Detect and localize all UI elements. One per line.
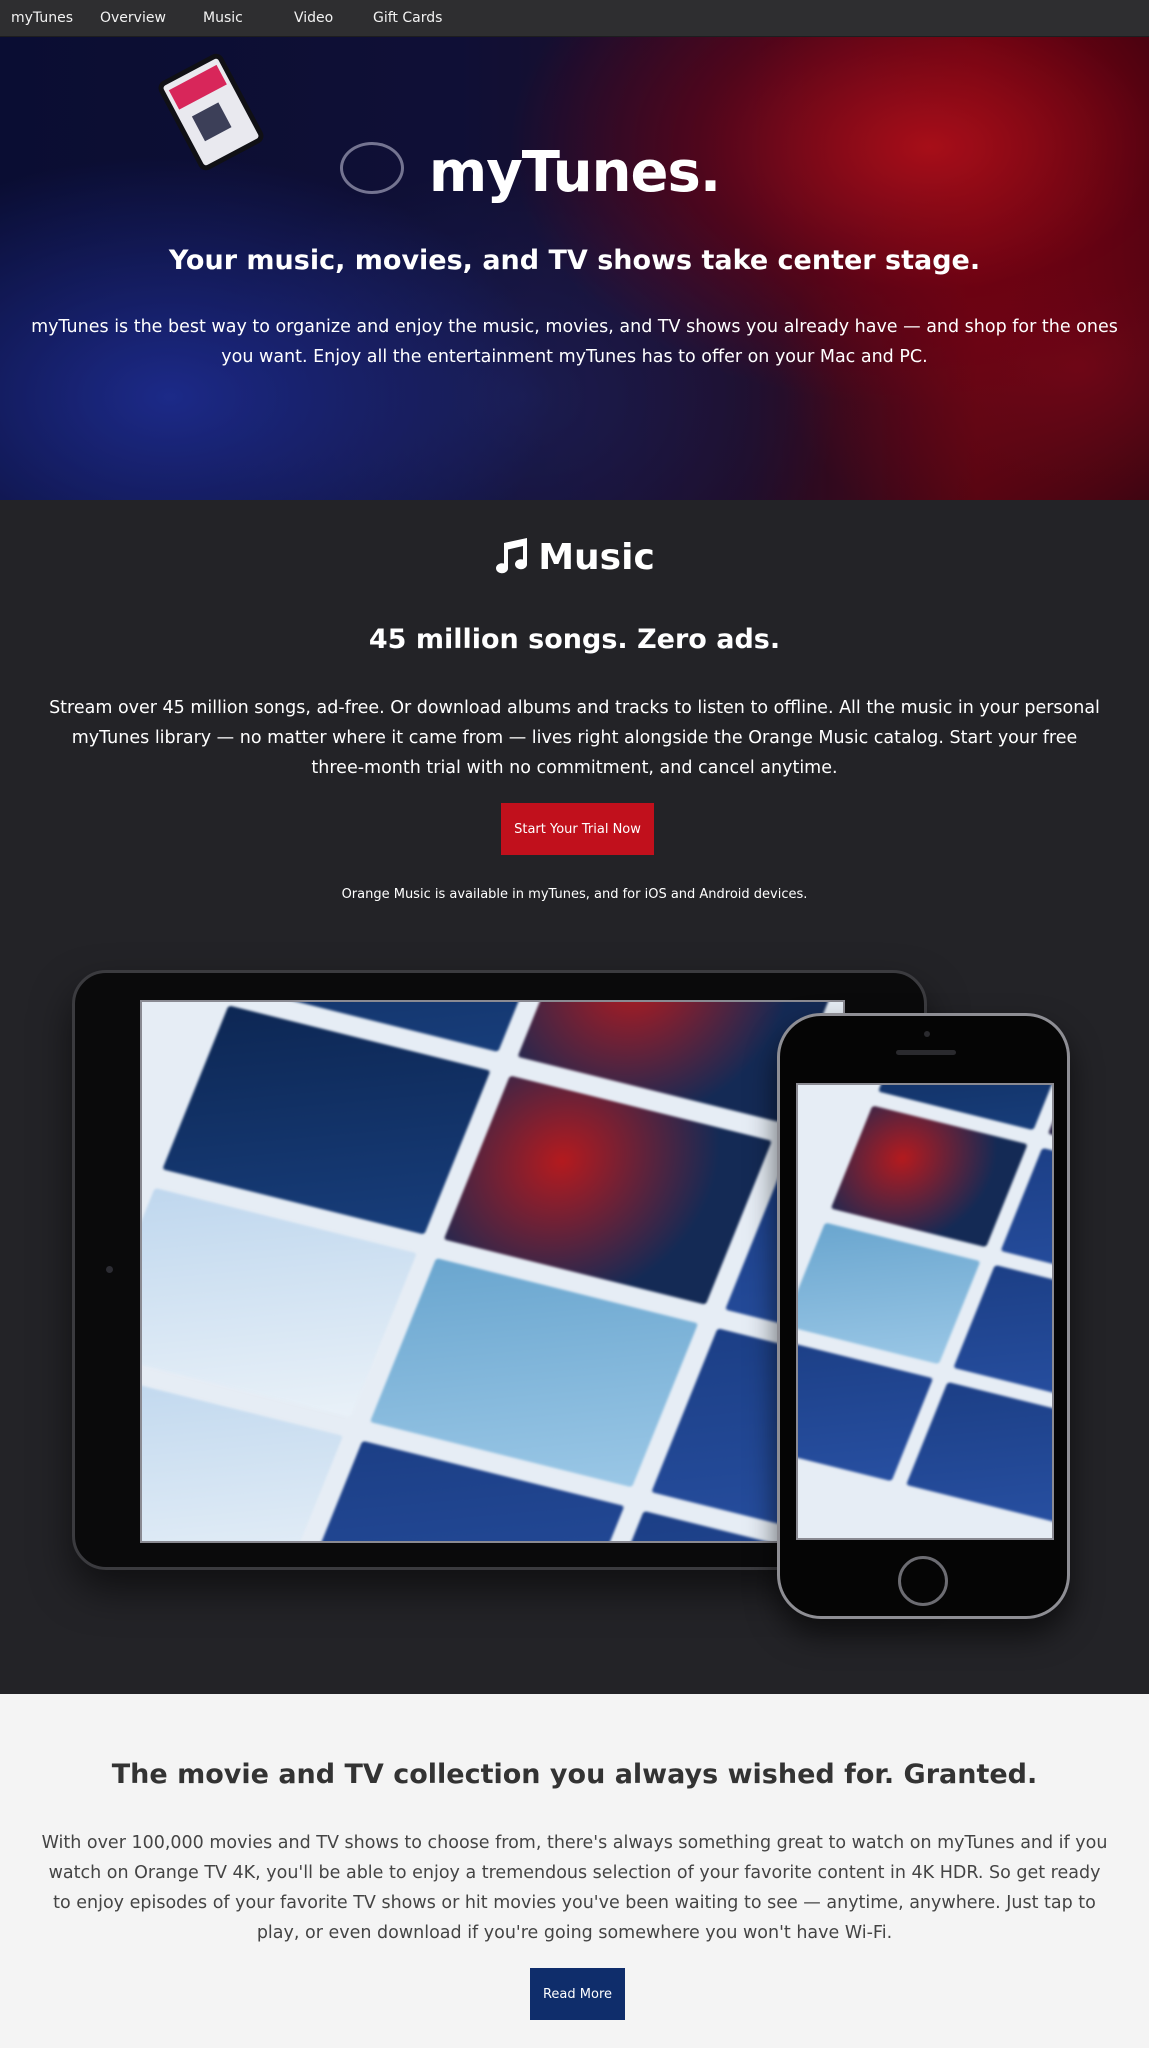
movies-heading: The movie and TV collection you always w… xyxy=(111,1759,1038,1790)
hero-title: myTunes. xyxy=(428,140,721,205)
movies-section: The movie and TV collection you always w… xyxy=(0,1694,1149,2048)
phone-screen xyxy=(796,1083,1054,1540)
nav-brand-link[interactable]: myTunes xyxy=(11,10,73,26)
content-tile xyxy=(162,1005,491,1235)
music-description: Stream over 45 million songs, ad-free. O… xyxy=(49,698,1100,778)
top-nav: myTunes Overview Music Video Gift Cards xyxy=(0,0,1149,37)
content-tile xyxy=(369,1258,699,1488)
read-more-button[interactable]: Read More xyxy=(530,1968,625,2020)
nav-item-music[interactable]: Music xyxy=(203,10,243,26)
tablet-camera xyxy=(106,1266,113,1273)
nav-item-gift-cards[interactable]: Gift Cards xyxy=(373,10,442,26)
hero-subtitle: Your music, movies, and TV shows take ce… xyxy=(168,245,981,276)
content-tile xyxy=(906,1381,1052,1524)
music-section: Music 45 million songs. Zero ads. Stream… xyxy=(0,500,1149,1694)
phone-device-image xyxy=(777,1013,1070,1619)
music-tagline: 45 million songs. Zero ads. xyxy=(368,624,781,655)
movies-description: With over 100,000 movies and TV shows to… xyxy=(41,1833,1108,1943)
content-tile xyxy=(830,1105,1028,1248)
content-tile xyxy=(443,1075,772,1305)
music-heading-label: Music xyxy=(538,537,655,578)
hero-description: myTunes is the best way to organize and … xyxy=(31,317,1118,367)
music-note-icon xyxy=(496,538,528,574)
hero-banner: myTunes. Your music, movies, and TV show… xyxy=(0,37,1149,500)
start-trial-button[interactable]: Start Your Trial Now xyxy=(501,803,654,855)
phone-home-button xyxy=(898,1556,948,1606)
music-availability-note: Orange Music is available in myTunes, an… xyxy=(341,887,808,902)
content-tile xyxy=(798,1222,981,1365)
phone-camera xyxy=(924,1031,930,1037)
nav-item-overview[interactable]: Overview xyxy=(100,10,166,26)
music-heading: Music xyxy=(0,537,1149,578)
tablet-screen xyxy=(140,1000,845,1543)
content-tile xyxy=(798,1339,934,1482)
phone-speaker xyxy=(896,1050,956,1055)
nav-item-video[interactable]: Video xyxy=(294,10,333,26)
